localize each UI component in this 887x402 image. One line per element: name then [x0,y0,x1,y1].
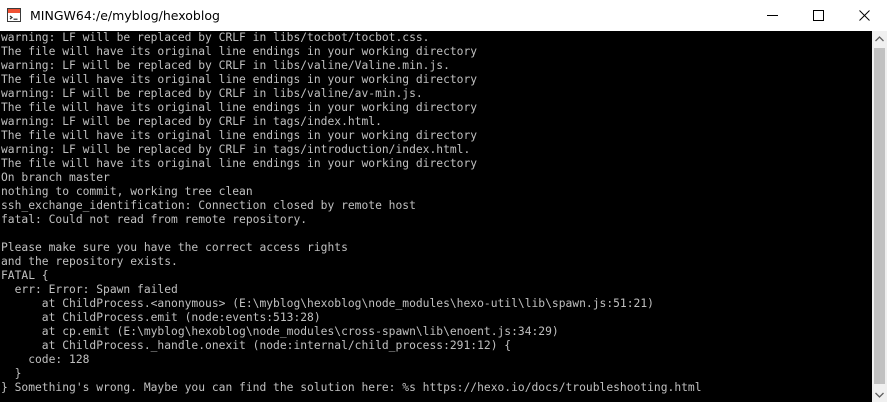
terminal-line: warning: LF will be replaced by CRLF in … [1,143,471,156]
chevron-up-icon [875,35,884,41]
window-title: MINGW64:/e/myblog/hexoblog [30,8,220,23]
terminal-line: fatal: Could not read from remote reposi… [1,213,308,226]
close-icon [858,10,870,21]
terminal-line: at cp.emit (E:\myblog\hexoblog\node_modu… [1,325,559,338]
terminal-line: at ChildProcess._handle.onexit (node:int… [1,339,512,352]
scrollbar-thumb[interactable] [874,48,885,384]
terminal-line: nothing to commit, working tree clean [1,185,253,198]
terminal-line: ssh_exchange_identification: Connection … [1,199,416,212]
vertical-scrollbar[interactable] [872,31,887,402]
minimize-icon [766,15,778,16]
terminal-line: warning: LF will be replaced by CRLF in … [1,31,430,44]
terminal-line: err: Error: Spawn failed [1,283,178,296]
maximize-button[interactable] [795,0,841,31]
terminal-line: On branch master [1,171,110,184]
terminal-lines: warning: LF will be replaced by CRLF in … [1,31,702,395]
minimize-button[interactable] [749,0,795,31]
scroll-up-button[interactable] [872,31,887,46]
terminal-line: FATAL { [1,269,49,282]
terminal-line: } [1,367,22,380]
title-bar[interactable]: MINGW64:/e/myblog/hexoblog [0,0,887,31]
terminal-line: warning: LF will be replaced by CRLF in … [1,87,423,100]
maximize-icon [812,10,824,21]
terminal-line: warning: LF will be replaced by CRLF in … [1,59,450,72]
terminal-line: The file will have its original line end… [1,45,478,58]
close-button[interactable] [841,0,887,31]
terminal-line: code: 128 [1,353,90,366]
terminal-window: MINGW64:/e/myblog/hexoblog warning: LF w… [0,0,887,402]
scroll-down-button[interactable] [872,387,887,402]
terminal-line: warning: LF will be replaced by CRLF in … [1,115,382,128]
terminal-line: at ChildProcess.<anonymous> (E:\myblog\h… [1,297,654,310]
chevron-down-icon [875,392,884,398]
git-bash-icon [7,8,21,22]
terminal-line: The file will have its original line end… [1,73,478,86]
terminal-line: } Something's wrong. Maybe you can find … [1,381,702,394]
terminal-line: at ChildProcess.emit (node:events:513:28… [1,311,321,324]
terminal-line: The file will have its original line end… [1,101,478,114]
terminal-output[interactable]: warning: LF will be replaced by CRLF in … [0,31,872,402]
terminal-line: Please make sure you have the correct ac… [1,241,348,254]
terminal-line: and the repository exists. [1,255,178,268]
terminal-line: The file will have its original line end… [1,157,478,170]
terminal-line: The file will have its original line end… [1,129,478,142]
